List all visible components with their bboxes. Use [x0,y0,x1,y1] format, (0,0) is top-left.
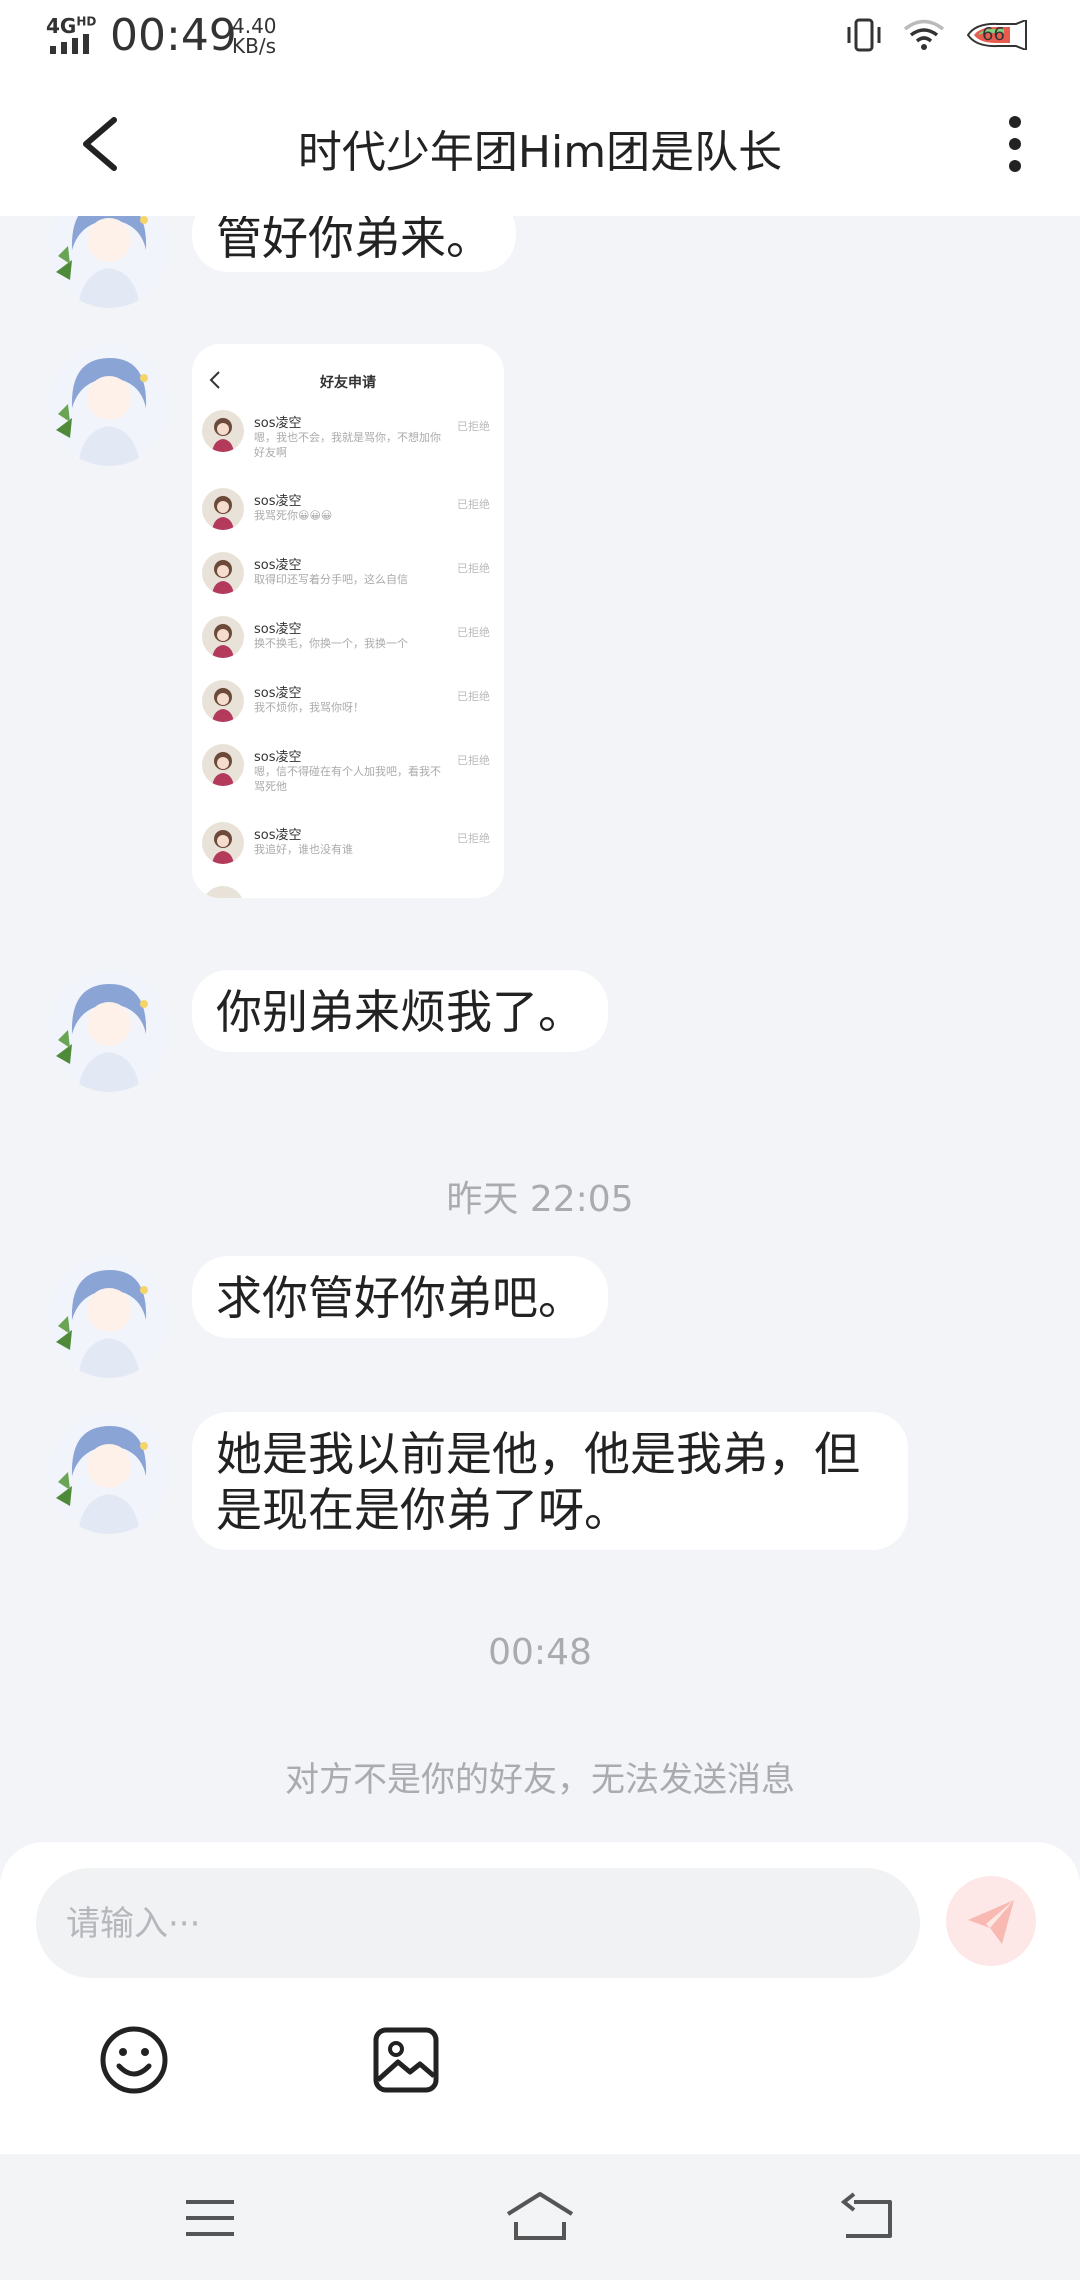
friend-request-item: sos凌空 我骂死你😀😀😀 已拒绝 [202,488,494,546]
smiley-icon [100,2026,168,2094]
message-bubble[interactable]: 你别弟来烦我了。 [192,970,608,1052]
avatar [202,552,244,594]
image-button[interactable] [370,2024,442,2096]
status-time: 00:49 [110,10,237,61]
chat-title: 时代少年团Him团是队长 [297,127,783,178]
send-icon [968,1900,1014,1944]
emoji-button[interactable] [98,2024,170,2096]
image-message[interactable]: 好友申请 sos凌空 嗯，我也不会，我就是骂你，不想加你好友啊 已拒绝 sos凌… [192,344,504,898]
avatar [202,822,244,864]
timestamp: 昨天 22:05 [446,1179,634,1220]
message-bubble[interactable]: 求你管好你弟吧。 [192,1256,608,1338]
avatar [202,410,244,452]
message-input[interactable] [64,1868,888,1980]
wifi-icon [903,19,945,50]
menu-icon[interactable] [180,2188,240,2248]
screenshot-title: 好友申请 [320,375,376,391]
friend-request-item: sos凌空 嗯，信不得碰在有个人加我吧，看我不骂死他 已拒绝 [202,744,494,802]
avatar[interactable] [48,1412,170,1534]
message-bubble[interactable]: 她是我以前是他，他是我弟，但是现在是你弟了呀。 [192,1412,908,1550]
back-icon[interactable] [840,2188,900,2248]
vibrate-icon [847,18,881,52]
chat-header-overlay: 时代少年团Him团是队长 [0,72,1080,216]
status-bar: 4GHD 00:49 4.40 KB/s 66 [0,0,1080,72]
avatar [202,744,244,786]
friend-request-item: sos凌空 嗯，我也不会，我就是骂你，不想加你好友啊 已拒绝 [202,410,494,468]
timestamp: 00:48 [488,1632,592,1673]
avatar [202,616,244,658]
avatar [202,680,244,722]
home-icon[interactable] [504,2188,576,2248]
message-input-container [36,1868,920,1980]
avatar[interactable] [48,1256,170,1378]
friend-request-item: sos凌空 取得印还写着分手吧，这么自信 已拒绝 [202,552,494,610]
input-panel [0,1842,1080,2154]
network-speed: 4.40 KB/s [232,14,277,58]
send-button[interactable] [946,1876,1036,1966]
more-options-icon[interactable] [990,112,1040,176]
friend-request-item: sos凌空 我不烦你，我骂你呀！ 已拒绝 [202,680,494,738]
friend-request-item: sos凌空 我追好，谁也没有谁 已拒绝 [202,822,494,880]
battery-icon: 66 [964,20,1030,50]
friend-request-item: sos凌空 换不换毛，你换一个，我换一个 已拒绝 [202,616,494,674]
signal-icon [50,34,89,54]
avatar[interactable] [48,344,170,466]
system-nav-bar [0,2154,1080,2280]
avatar[interactable] [48,970,170,1092]
picture-icon [373,2027,439,2093]
avatar [202,886,244,898]
avatar [202,488,244,530]
system-notice: 对方不是你的好友，无法发送消息 [285,1760,795,1800]
